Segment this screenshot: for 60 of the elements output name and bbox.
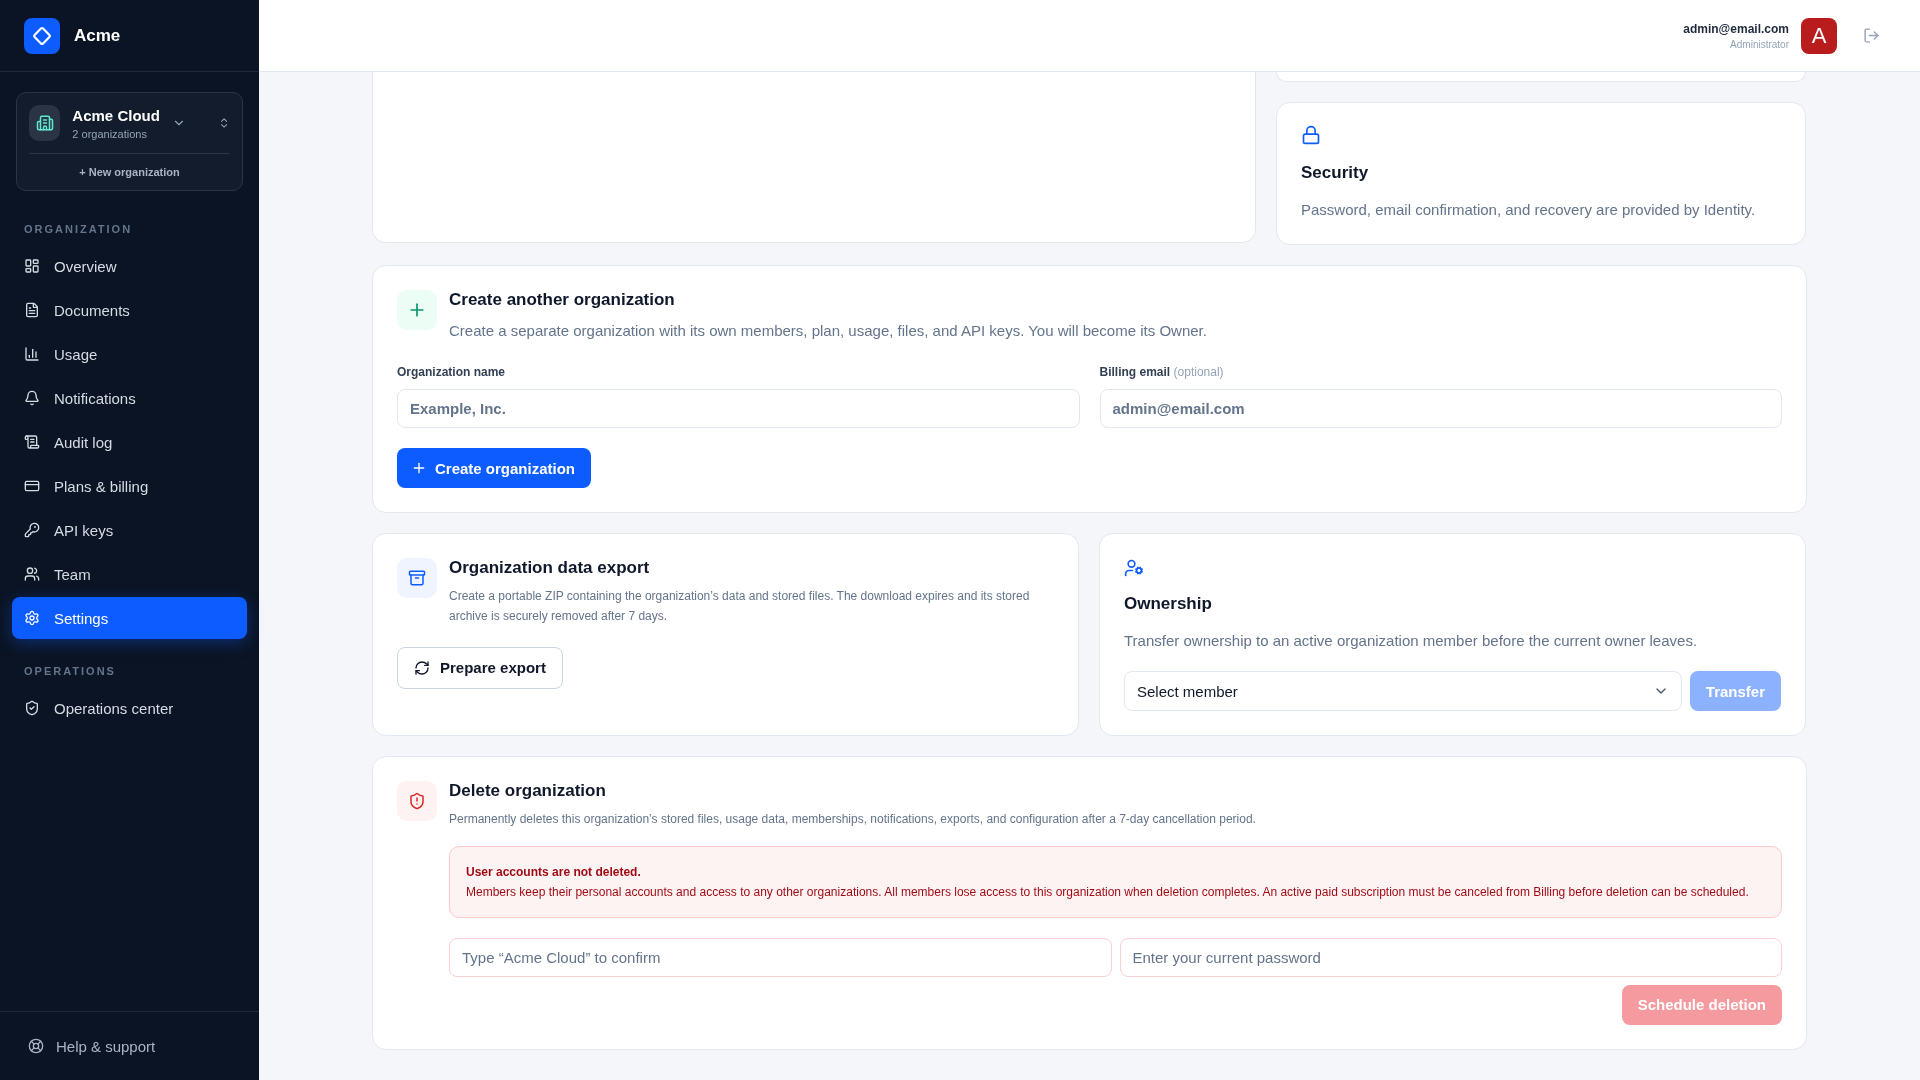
user-email: admin@email.com xyxy=(1683,21,1789,36)
brand-name: Acme xyxy=(74,25,121,46)
billing-email-field[interactable]: admin@email.com xyxy=(1099,389,1782,428)
bell-icon xyxy=(24,390,40,406)
archive-icon xyxy=(397,558,437,598)
user-cog-icon xyxy=(1124,558,1144,578)
organization-name: Acme Cloud xyxy=(72,106,160,124)
nav-item[interactable]: Audit log xyxy=(12,421,247,463)
card-title: Ownership xyxy=(1124,594,1213,614)
lock-icon xyxy=(1301,125,1321,145)
nav-item[interactable]: Notifications xyxy=(12,377,247,419)
card-description: Create a separate organization with its own members, plan, usage, files, and API keys. You will become its Owner. xyxy=(449,321,1208,341)
nav-item[interactable]: Team xyxy=(12,553,247,595)
bar-chart-icon xyxy=(24,346,40,362)
help-link[interactable]: Help & support xyxy=(28,1037,156,1055)
key-icon xyxy=(24,522,40,538)
settings-icon xyxy=(24,610,40,626)
field-label: Organization name xyxy=(397,365,507,379)
plus-icon xyxy=(397,290,437,330)
field-label: Billing email (optional) xyxy=(1099,365,1225,379)
alert-title: User accounts are not deleted. xyxy=(466,864,642,879)
nav-section-title: ORGANIZATION xyxy=(23,223,134,235)
user-role: Administrator xyxy=(1730,38,1789,50)
lifebuoy-icon xyxy=(28,1038,44,1054)
nav-item[interactable]: Documents xyxy=(12,289,247,331)
shield-alert-icon xyxy=(397,781,437,821)
plus-icon xyxy=(411,460,427,476)
organization-switcher[interactable]: Acme Cloud 2 organizations + New organization xyxy=(16,92,243,191)
card-description: Transfer ownership to an active organization member before the current owner leaves. xyxy=(1124,631,1699,651)
dashboard-icon xyxy=(24,258,40,274)
nav-item[interactable]: Operations center xyxy=(12,687,247,729)
scroll-icon xyxy=(24,434,40,450)
new-organization-link[interactable]: + New organization xyxy=(29,166,230,178)
prepare-export-button[interactable]: Prepare export xyxy=(397,646,563,689)
organization-count: 2 organizations xyxy=(72,127,148,140)
logout-button[interactable] xyxy=(1863,27,1880,44)
logo-icon xyxy=(24,17,60,54)
card-title: Organization data export xyxy=(449,558,651,578)
alert-text: Members keep their personal accounts and access to any other organizations. All members lose access to this organization when deletion completes. An active paid subscription must be canceled from Billing before deletion can be scheduled. xyxy=(466,884,1750,899)
card-title: Create another organization xyxy=(449,290,676,310)
document-icon xyxy=(24,302,40,318)
card-title: Delete organization xyxy=(449,781,607,801)
building-icon xyxy=(29,105,61,141)
card-title: Security xyxy=(1301,163,1370,183)
nav-item[interactable]: Usage xyxy=(12,333,247,375)
nav-section-title: OPERATIONS xyxy=(23,665,117,677)
card-description: Password, email confirmation, and recovery are provided by Identity. xyxy=(1301,200,1757,220)
organization-name-field[interactable]: Example, Inc. xyxy=(397,389,1080,428)
user-avatar[interactable]: A xyxy=(1801,17,1837,54)
shield-check-icon xyxy=(24,700,40,716)
credit-card-icon xyxy=(24,478,40,494)
nav-item[interactable]: Plans & billing xyxy=(12,465,247,507)
nav-item[interactable]: Overview xyxy=(12,245,247,287)
card-description: Permanently deletes this organization’s stored files, usage data, memberships, notifications, exports, and configuration after a 7-day cancellation period. xyxy=(449,811,1257,828)
nav-item[interactable]: API keys xyxy=(12,509,247,551)
card-description: Create a portable ZIP containing the organization’s data and stored files. The download expires and its stored archive is securely removed after 7 days. xyxy=(449,588,1031,626)
users-icon xyxy=(24,566,40,582)
refresh-icon xyxy=(414,659,430,676)
create-organization-button[interactable]: Create organization xyxy=(397,448,592,488)
nav-item[interactable]: Settings xyxy=(12,597,247,639)
